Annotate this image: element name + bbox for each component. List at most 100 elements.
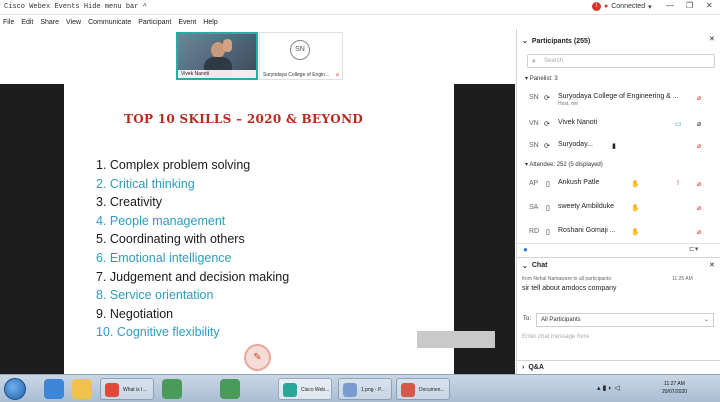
app-icon[interactable] — [220, 379, 240, 399]
list-item: 4. People management — [96, 213, 226, 228]
list-item: 6. Emotional intelligence — [96, 250, 232, 265]
participant-role: Host, me — [558, 101, 579, 107]
panel-close-icon[interactable]: ✕ — [709, 35, 715, 43]
video-icon[interactable]: ▭ — [675, 120, 682, 128]
chat-header[interactable]: ⌄ Chat ✕ — [517, 257, 720, 273]
menu-file[interactable]: File — [3, 19, 14, 26]
avatar: SN — [290, 40, 310, 60]
attendees-section[interactable]: ▾ Attendee: 252 (5 displayed) — [525, 161, 603, 168]
avatar: VN — [529, 120, 539, 127]
shared-slide: TOP 10 SKILLS – 2020 & BEYOND 1. Complex… — [64, 84, 454, 374]
search-placeholder: Search — [544, 58, 564, 64]
chat-input[interactable]: Enter chat message here — [522, 334, 716, 350]
panel-close-icon[interactable]: ✕ — [709, 261, 715, 269]
dropdown-icon[interactable]: ▾ — [648, 3, 652, 11]
menu-communicate[interactable]: Communicate — [88, 19, 131, 26]
presenter-label: Vivek Nanoti — [178, 70, 256, 78]
search-input[interactable]: ⌕ Search — [527, 54, 715, 68]
search-icon: ⌕ — [532, 58, 536, 65]
taskbar-webex[interactable]: Cisco Web... — [278, 378, 332, 400]
content-stage: TOP 10 SKILLS – 2020 & BEYOND 1. Complex… — [0, 84, 515, 374]
menu-participant[interactable]: Participant — [138, 19, 171, 26]
participant-name: Ankush Patle — [558, 179, 600, 186]
side-panel: ⌄ Participants (255) ✕ ⌕ Search ▾ Paneli… — [516, 29, 720, 374]
list-item: 9. Negotiation — [96, 306, 174, 321]
menu-edit[interactable]: Edit — [21, 19, 33, 26]
participant-name: Roshani Gomaji ... — [558, 227, 616, 234]
mic-muted-icon: ⌀ — [335, 72, 339, 78]
panelist-row[interactable]: VN ⟳ Vivek Nanoti ▭ ⌀ — [517, 115, 720, 135]
webex-icon: ⟳ — [544, 143, 550, 150]
redacted-box — [417, 331, 495, 348]
menu-event[interactable]: Event — [178, 19, 196, 26]
more-options-icon[interactable]: ⊏▾ — [689, 245, 698, 253]
mic-icon[interactable]: ⌀ — [697, 120, 701, 128]
avatar: SN — [529, 94, 539, 101]
presenter-video[interactable]: Vivek Nanoti — [176, 32, 258, 80]
chevron-right-icon[interactable]: › — [522, 364, 524, 371]
mic-muted-icon[interactable]: ⌀ — [697, 94, 701, 102]
chat-message: sir tell about amdocs company — [522, 285, 617, 292]
taskbar-document[interactable]: Documen... — [396, 378, 450, 400]
folder-icon[interactable] — [72, 379, 92, 399]
mic-muted-icon[interactable]: ⌀ — [697, 204, 701, 212]
close-icon[interactable]: ✕ — [706, 1, 713, 10]
ie-icon[interactable] — [44, 379, 64, 399]
mic-muted-icon[interactable]: ⌀ — [697, 228, 701, 236]
tray-icons[interactable]: ▴ ▮ ◐ ◁ — [597, 384, 620, 392]
attendee-row[interactable]: AP ▯ Ankush Patle ✋ ! ⌀ — [517, 175, 720, 195]
minimize-icon[interactable]: — — [666, 1, 674, 10]
start-button[interactable] — [4, 378, 26, 400]
raised-hand-icon: ✋ — [631, 205, 640, 212]
attendee-row[interactable]: RD ▯ Roshani Gomaji ... ✋ ⌀ — [517, 223, 720, 243]
participant-tile[interactable]: SN Suryodaya College of Engin... ⌀ — [259, 32, 343, 80]
participant-name: sweety Ambilduke — [558, 203, 615, 210]
taskbar-chrome[interactable]: What is I... — [100, 378, 154, 400]
participants-title: Participants (255) — [531, 37, 591, 45]
chevron-down-icon[interactable]: ⌄ — [522, 37, 528, 45]
qa-header[interactable]: › Q&A — [517, 360, 720, 374]
menu-view[interactable]: View — [66, 19, 81, 26]
participants-header[interactable]: ⌄ Participants (255) ✕ — [517, 29, 720, 53]
mic-muted-icon[interactable]: ⌀ — [697, 142, 701, 150]
raised-hand-icon: ✋ — [631, 181, 640, 188]
webex-status-icon[interactable]: ● — [523, 245, 528, 254]
tile-label: Suryodaya College of Engin... ⌀ — [260, 71, 342, 79]
panelists-section[interactable]: ▾ Panelist: 3 — [525, 75, 558, 82]
menu-share[interactable]: Share — [40, 19, 59, 26]
app-icon[interactable] — [162, 379, 182, 399]
chat-title: Chat — [531, 262, 548, 269]
system-clock[interactable]: 11:27 AM 20/07/2020 — [662, 380, 687, 396]
phone-icon: ▯ — [546, 181, 550, 188]
phone-icon: ▯ — [546, 229, 550, 236]
list-item: 5. Coordinating with others — [96, 232, 245, 247]
connected-label: Connected — [611, 3, 646, 10]
taskbar-paint[interactable]: 1.png - P... — [338, 378, 392, 400]
video-strip: Vivek Nanoti SN Suryodaya College of Eng… — [0, 29, 515, 84]
avatar: RD — [529, 228, 540, 235]
connected-icon: ● — [604, 3, 609, 10]
list-item: 7. Judgement and decision making — [96, 269, 290, 284]
avatar: AP — [529, 180, 539, 187]
alert-icon: ! — [677, 180, 679, 187]
panelist-row[interactable]: SN ⟳ Suryodaya College of Engineering & … — [517, 89, 720, 109]
webex-icon: ⟳ — [544, 95, 550, 102]
taskbar: What is I... Cisco Web... 1.png - P... D… — [0, 374, 720, 402]
logo-icon: ✎ — [244, 344, 271, 371]
recipient-row: To: All Participants ⌄ — [517, 313, 720, 327]
qa-title: Q&A — [528, 364, 544, 371]
window-title[interactable]: Cisco Webex Events Hide menu bar ^ — [0, 3, 147, 11]
mic-muted-icon[interactable]: ⌀ — [697, 180, 701, 188]
list-item: 1. Complex problem solving — [96, 158, 251, 172]
attendee-row[interactable]: SA ▯ sweety Ambilduke ✋ ⌀ — [517, 199, 720, 219]
raised-hand-icon: ✋ — [631, 229, 640, 236]
menu-help[interactable]: Help — [203, 19, 217, 26]
panelist-row[interactable]: SN ⟳ Suryoday... ▮ ⌀ — [517, 137, 720, 157]
signal-icon: ▮ — [612, 143, 616, 150]
skills-list: 1. Complex problem solving 2. Critical t… — [96, 156, 289, 342]
menu-bar: File Edit Share View Communicate Partici… — [0, 16, 515, 29]
restore-icon[interactable]: ❐ — [686, 1, 693, 10]
recipient-select[interactable]: All Participants ⌄ — [536, 313, 714, 327]
alert-icon: ! — [592, 2, 601, 11]
chevron-down-icon[interactable]: ⌄ — [522, 262, 528, 270]
